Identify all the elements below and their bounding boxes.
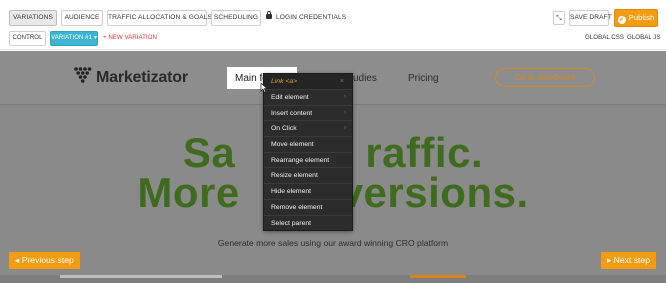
save-draft-button[interactable]: SAVE DRAFT xyxy=(569,10,612,26)
hero-tagline: Generate more sales using our award winn… xyxy=(217,238,449,248)
expand-icon: ⤡ xyxy=(556,15,562,22)
variation-dropdown[interactable]: VARIATION #1 ▾ xyxy=(50,31,98,46)
new-variation-link[interactable]: + NEW VARIATION xyxy=(103,31,157,45)
next-step-button[interactable]: ▸ Next step xyxy=(600,252,656,269)
menu-item-move-element[interactable]: Move element xyxy=(264,137,352,153)
menu-item-remove-element[interactable]: Remove element xyxy=(264,200,352,216)
mouse-cursor-icon xyxy=(260,83,268,93)
previous-step-button[interactable]: ◂ Previous step xyxy=(9,252,80,269)
chevron-right-icon: › xyxy=(344,125,346,132)
chevron-right-icon: › xyxy=(344,94,346,100)
go-to-dashboard-button[interactable]: Go to dashboard xyxy=(495,68,595,87)
bottom-orange-bar xyxy=(410,275,466,278)
tab-login-credentials[interactable]: LOGIN CREDENTIALS xyxy=(265,10,346,26)
global-js-link[interactable]: GLOBAL JS xyxy=(627,31,660,45)
logo-icon xyxy=(74,67,92,83)
control-button[interactable]: CONTROL xyxy=(9,31,46,46)
context-menu-title: Link <a> xyxy=(271,78,298,85)
menu-item-hide-element[interactable]: Hide element xyxy=(264,184,352,200)
tab-scheduling[interactable]: SCHEDULING xyxy=(211,10,261,26)
publish-button[interactable]: ✔ Publish xyxy=(614,9,658,27)
tab-traffic-allocation-goals[interactable]: TRAFFIC ALLOCATION & GOALS xyxy=(107,10,212,26)
expand-button[interactable]: ⤡ xyxy=(553,11,565,25)
check-icon: ✔ xyxy=(617,16,626,24)
hero-line2-left: More xyxy=(137,169,240,216)
element-context-menu: Link <a> × Edit element › Insert content ›… xyxy=(263,73,353,231)
lock-icon xyxy=(266,11,272,19)
menu-item-label: Edit element xyxy=(271,94,309,101)
menu-item-label: On Click xyxy=(271,125,297,133)
editor-toolbar: VARIATIONS AUDIENCE TRAFFIC ALLOCATION &… xyxy=(0,0,666,50)
chevron-right-icon: › xyxy=(344,109,346,116)
nav-item-case-studies[interactable]: udies xyxy=(353,73,377,84)
site-logo-text: Marketizator xyxy=(96,69,188,86)
close-icon[interactable]: × xyxy=(340,74,344,90)
tab-login-credentials-label: LOGIN CREDENTIALS xyxy=(276,14,347,21)
tab-variations[interactable]: VARIATIONS xyxy=(9,10,57,26)
menu-item-select-parent[interactable]: Select parent xyxy=(264,216,352,232)
tab-audience[interactable]: AUDIENCE xyxy=(61,10,103,26)
nav-item-pricing[interactable]: Pricing xyxy=(408,73,439,84)
menu-item-resize-element[interactable]: Resize element xyxy=(264,168,352,185)
menu-item-insert-content[interactable]: Insert content › xyxy=(264,106,352,122)
menu-item-on-click[interactable]: On Click › xyxy=(264,121,352,138)
hero-line2-right: versions. xyxy=(339,169,529,216)
menu-item-rearrange-element[interactable]: Rearrange element xyxy=(264,153,352,169)
publish-label: Publish xyxy=(628,13,655,22)
bottom-white-bar xyxy=(60,275,222,278)
global-css-link[interactable]: GLOBAL CSS xyxy=(585,31,624,45)
menu-item-edit-element[interactable]: Edit element › xyxy=(264,90,352,106)
context-menu-header: Link <a> × xyxy=(264,74,352,90)
menu-item-label: Insert content xyxy=(271,109,313,117)
